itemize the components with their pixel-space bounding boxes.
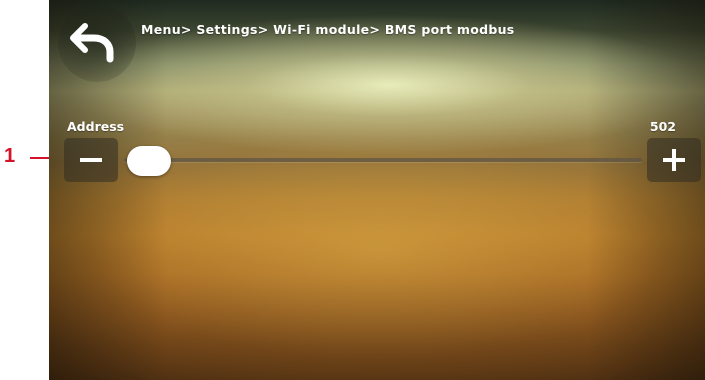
address-slider-thumb[interactable] bbox=[127, 146, 171, 176]
decrease-button[interactable] bbox=[64, 138, 118, 182]
device-screen: Menu> Settings> Wi-Fi module> BMS port m… bbox=[49, 0, 705, 380]
increase-button[interactable] bbox=[647, 138, 701, 182]
manual-figure: 1 Menu> Settings> Wi-Fi module> BMS port… bbox=[0, 0, 705, 380]
back-button[interactable] bbox=[58, 4, 136, 82]
address-slider-row bbox=[49, 134, 705, 184]
callout-number: 1 bbox=[4, 145, 16, 167]
breadcrumb: Menu> Settings> Wi-Fi module> BMS port m… bbox=[141, 22, 515, 37]
address-slider-track[interactable] bbox=[124, 158, 642, 162]
address-value: 502 bbox=[649, 119, 676, 134]
address-label: Address bbox=[67, 119, 125, 134]
